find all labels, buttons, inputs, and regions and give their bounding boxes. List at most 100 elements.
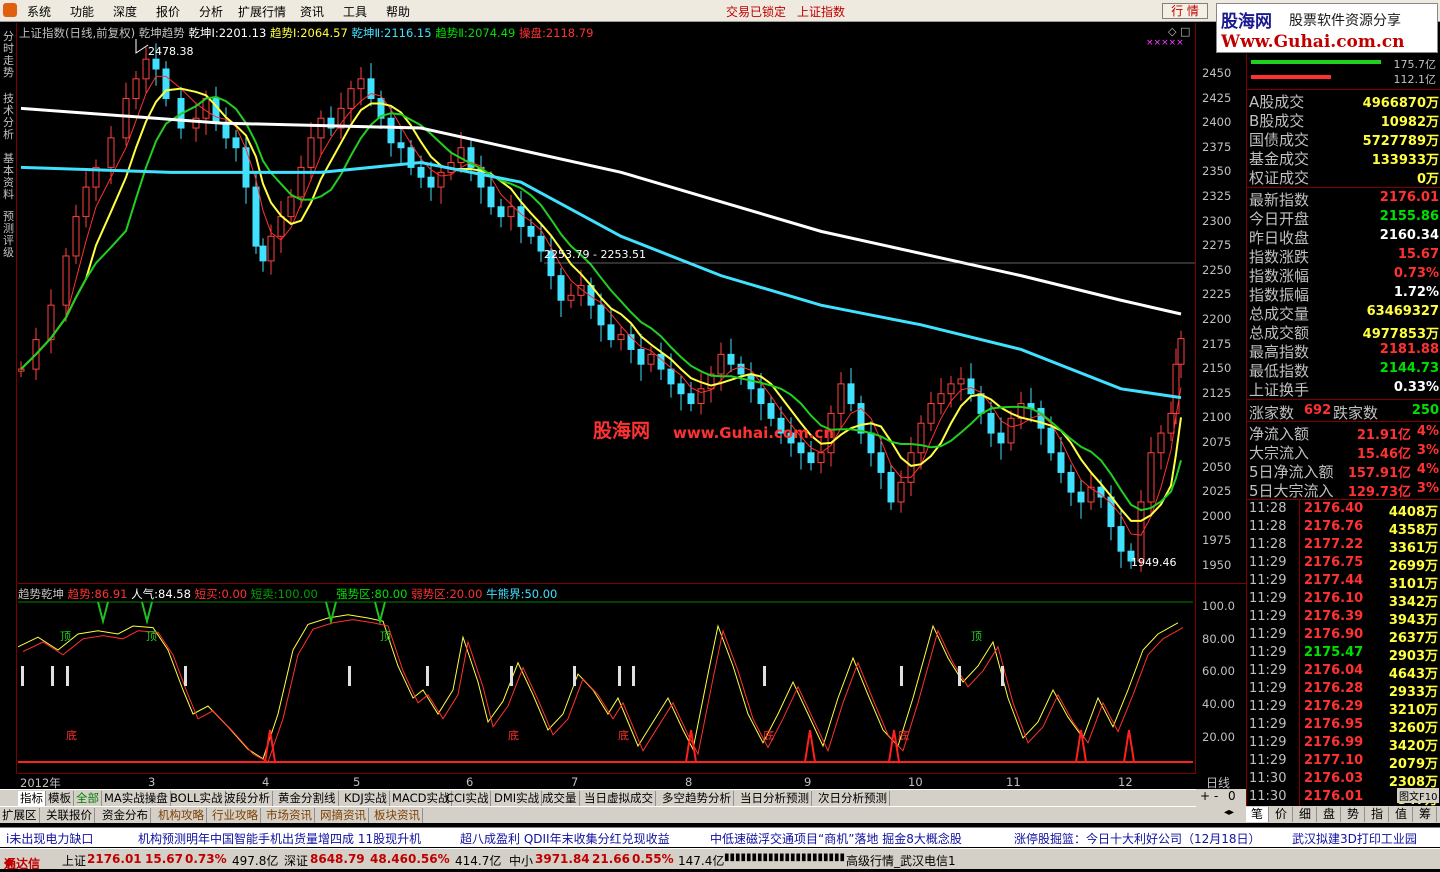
tick-time: 11:29 xyxy=(1249,681,1287,696)
status-bar: ◆ 通达信 上证 2176.01 15.67 0.73% 497.8亿 深证 8… xyxy=(0,848,1440,871)
panel-tab[interactable]: 细 xyxy=(1294,807,1317,822)
indicator-tab[interactable]: 指标 xyxy=(18,791,46,806)
indicator-tab[interactable]: 波段分析 xyxy=(222,791,273,806)
candle-body xyxy=(847,383,855,405)
index-row-label: 最高指数 xyxy=(1249,343,1310,361)
indicator-tab[interactable]: KDJ实战 xyxy=(342,791,390,806)
menu-analysis[interactable]: 分析 xyxy=(199,3,223,20)
tab-intraday[interactable]: 分 时 走 势 xyxy=(1,31,16,79)
panel-tab[interactable]: 指 xyxy=(1366,807,1389,822)
menu-function[interactable]: 功能 xyxy=(70,3,94,20)
menu-extended-quote[interactable]: 扩展行情 xyxy=(238,3,286,20)
menu-system[interactable]: 系统 xyxy=(27,3,51,20)
volume-row-label: 国债成交 xyxy=(1249,131,1310,149)
flow-value: 157.91亿 xyxy=(1347,466,1411,481)
trade-lock-status[interactable]: 交易已锁定 xyxy=(726,3,786,20)
menu-news[interactable]: 资讯 xyxy=(300,3,324,20)
indicator-tab[interactable]: 成交量 xyxy=(540,791,580,806)
tab-fundamentals[interactable]: 基 本 资 料 xyxy=(1,153,16,201)
indicator-tab[interactable]: 当日虚拟成交 xyxy=(582,791,656,806)
quote-button[interactable]: 行 情 xyxy=(1162,3,1208,19)
news-item[interactable]: i未出现电力缺口 xyxy=(6,830,93,847)
menu-tools[interactable]: 工具 xyxy=(343,3,367,20)
tab-scroll-arrows[interactable]: ◂▸ xyxy=(1224,807,1234,818)
menu-depth[interactable]: 深度 xyxy=(113,3,137,20)
indicator-tab[interactable]: 黄金分割线 xyxy=(276,791,339,806)
zx-label[interactable]: 中小 xyxy=(509,852,533,869)
zoom-out-button[interactable]: - xyxy=(1214,789,1218,803)
ind-bar xyxy=(573,666,576,686)
rise-value: 692 xyxy=(1304,403,1332,418)
extension-tab[interactable]: 市场资讯 xyxy=(264,808,315,823)
sh-label[interactable]: 上证 xyxy=(62,852,86,869)
kline-chart[interactable]: 上证指数(日线,前复权) 乾坤趋势 乾坤Ⅰ:2201.13 趋势Ⅰ:2064.5… xyxy=(17,23,1195,583)
tick-row: 11:29 2176.75 2699万 xyxy=(1248,554,1440,574)
menu-quote[interactable]: 报价 xyxy=(156,3,180,20)
indicator-tab[interactable]: 全部 xyxy=(74,791,102,806)
tick-price: 2176.04 xyxy=(1304,663,1364,678)
chart-options-icon[interactable]: ◇ □ xyxy=(1168,25,1190,38)
tick-time: 11:30 xyxy=(1249,771,1287,786)
price-axis-label: 2450 xyxy=(1202,66,1232,80)
zoom-reset-button[interactable]: 0 xyxy=(1228,789,1236,803)
zoom-in-button[interactable]: + xyxy=(1200,789,1210,803)
tab-technical[interactable]: 技 术 分 析 xyxy=(1,93,16,141)
sh-change: 15.67 xyxy=(145,852,183,866)
panel-tab[interactable]: 值 xyxy=(1390,807,1413,822)
indicator-tab[interactable]: 次日分析预测 xyxy=(816,791,890,806)
candle-body xyxy=(62,255,70,306)
server-name[interactable]: 高级行情_武汉电信1 xyxy=(846,852,956,869)
news-item[interactable]: 中低速磁浮交通项目“商机”落地 掘金8大概念股 xyxy=(710,830,962,847)
menu-help[interactable]: 帮助 xyxy=(386,3,410,20)
flow-percent: 3% xyxy=(1416,443,1439,458)
extension-tab[interactable]: 板块资讯 xyxy=(372,808,423,823)
tick-time: 11:29 xyxy=(1249,627,1287,642)
indicator-tab[interactable]: MA实战操盘 xyxy=(102,791,171,806)
indicator-tab[interactable]: 模板 xyxy=(46,791,74,806)
indicator-panel[interactable]: 趋势乾坤 趋势:86.91 人气:84.58 短买:0.00 短卖:100.00… xyxy=(17,584,1195,774)
tick-time: 11:28 xyxy=(1249,537,1287,552)
tick-row: 11:28 2177.22 3361万 xyxy=(1248,536,1440,556)
candle-body xyxy=(617,334,625,341)
panel-tab[interactable]: 笔 xyxy=(1246,807,1269,822)
fall-label: 跌家数 xyxy=(1333,404,1379,422)
ind-bar xyxy=(618,666,621,686)
sz-label[interactable]: 深证 xyxy=(284,852,308,869)
extension-tab[interactable]: 关联报价 xyxy=(44,808,95,823)
candle-body xyxy=(72,216,80,257)
panel-tab[interactable]: 价 xyxy=(1270,807,1293,822)
index-row-value: 15.67 xyxy=(1397,247,1439,262)
tab-forecast[interactable]: 预 测 评 级 xyxy=(1,211,16,259)
news-item[interactable]: 涨停股掘篮：今日十大利好公司（12月18日） xyxy=(1014,830,1261,847)
tick-row: 11:28 2176.76 4358万 xyxy=(1248,518,1440,538)
flow-label: 5日净流入额 xyxy=(1249,463,1334,481)
indicator-tab[interactable]: CCI实战 xyxy=(444,791,492,806)
app-logo-icon[interactable] xyxy=(3,3,17,17)
tick-row: 11:29 2177.10 2079万 xyxy=(1248,752,1440,772)
extension-tab[interactable]: 行业攻略 xyxy=(210,808,261,823)
tick-price: 2176.10 xyxy=(1304,591,1364,606)
panel-tab[interactable]: 势 xyxy=(1342,807,1365,822)
indicator-tab[interactable]: DMI实战 xyxy=(492,791,543,806)
indicator-tab[interactable]: 当日分析预测 xyxy=(738,791,812,806)
indicator-tab[interactable]: 多空趋势分析 xyxy=(660,791,734,806)
ind-qs-label: 趋势: xyxy=(67,587,95,601)
panel-tab[interactable]: 筹 xyxy=(1414,807,1437,822)
panel-tab[interactable]: 盘 xyxy=(1318,807,1341,822)
news-item[interactable]: 超八成盈利 QDII年末收集分红兑现收益 xyxy=(460,830,670,847)
news-item[interactable]: 机构预测明年中国智能手机出货量增四成 11股现升机 xyxy=(138,830,421,847)
indicator-tab[interactable]: BOLL实战 xyxy=(168,791,226,806)
index-row-value: 1.72% xyxy=(1393,285,1439,300)
extension-tab[interactable]: 网摘资讯 xyxy=(318,808,369,823)
candle-body xyxy=(637,348,645,365)
ind-bar xyxy=(510,666,513,686)
ind-bar xyxy=(51,666,54,686)
chart-title: 上证指数(日线,前复权) xyxy=(19,26,136,40)
extension-tab[interactable]: 机构攻略 xyxy=(156,808,207,823)
index-row-value: 2181.88 xyxy=(1379,342,1439,357)
ind-bar xyxy=(763,666,766,686)
extension-tab[interactable]: 资金分布 xyxy=(100,808,151,823)
news-item[interactable]: 武汉拟建3D打印工业园 xyxy=(1292,830,1417,847)
vol-bar-red xyxy=(1251,75,1331,79)
extension-tab[interactable]: 扩展区 xyxy=(0,808,40,823)
